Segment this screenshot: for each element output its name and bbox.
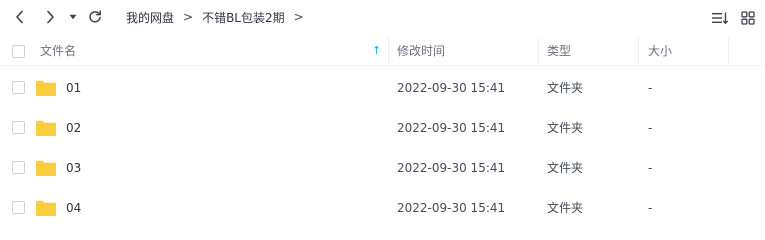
folder-icon [36,80,56,96]
file-type: 文件夹 [547,81,584,95]
file-size: - [648,201,653,215]
column-divider[interactable] [388,38,389,64]
file-type: 文件夹 [547,121,584,135]
column-header-size[interactable]: 大小 [648,36,672,66]
toolbar: 我的网盘 > 不错BL包装2期 > [0,0,765,36]
breadcrumb-item-root[interactable]: 我的网盘 [126,9,174,26]
breadcrumb-item-current[interactable]: 不错BL包装2期 [202,9,285,26]
column-header-name[interactable]: 文件名 [40,36,76,66]
modified-time: 2022-09-30 15:41 [397,81,506,95]
table-row[interactable]: 04 2022-09-30 15:41 文件夹 - [0,188,765,228]
breadcrumb: 我的网盘 > 不错BL包装2期 > [126,8,313,26]
column-divider[interactable] [538,38,539,64]
table-row[interactable]: 03 2022-09-30 15:41 文件夹 - [0,148,765,188]
select-all-checkbox[interactable] [12,45,25,58]
file-size: - [648,161,653,175]
modified-time: 2022-09-30 15:41 [397,201,506,215]
column-header-type[interactable]: 类型 [547,36,571,66]
column-divider[interactable] [728,38,729,64]
table-header: 文件名 ↑ 修改时间 类型 大小 [0,36,765,66]
refresh-button[interactable] [84,6,106,28]
file-name[interactable]: 04 [66,188,81,228]
sort-menu-button[interactable] [710,8,730,28]
refresh-icon [89,10,101,23]
folder-icon [36,160,56,176]
breadcrumb-separator[interactable]: > [294,10,304,24]
chevron-right-icon [47,10,54,24]
table-row[interactable]: 02 2022-09-30 15:41 文件夹 - [0,108,765,148]
forward-button[interactable] [39,6,61,28]
row-checkbox[interactable] [12,161,25,174]
file-name[interactable]: 01 [66,68,81,108]
row-checkbox[interactable] [12,81,25,94]
sort-ascending-icon[interactable]: ↑ [372,36,381,66]
view-toggle-button[interactable] [738,8,758,28]
history-dropdown-button[interactable] [64,6,82,28]
chevron-left-icon [16,10,23,24]
back-button[interactable] [9,6,31,28]
file-size: - [648,121,653,135]
modified-time: 2022-09-30 15:41 [397,161,506,175]
breadcrumb-separator: > [183,10,194,24]
table-row[interactable]: 01 2022-09-30 15:41 文件夹 - [0,68,765,108]
file-name[interactable]: 03 [66,148,81,188]
file-name[interactable]: 02 [66,108,81,148]
folder-icon [36,200,56,216]
grid-view-icon [741,11,755,25]
modified-time: 2022-09-30 15:41 [397,121,506,135]
file-type: 文件夹 [547,161,584,175]
folder-icon [36,120,56,136]
row-checkbox[interactable] [12,201,25,214]
file-size: - [648,81,653,95]
file-type: 文件夹 [547,201,584,215]
caret-down-icon [69,14,77,20]
column-header-modified[interactable]: 修改时间 [397,36,445,66]
sort-list-icon [712,12,729,24]
row-checkbox[interactable] [12,121,25,134]
column-divider[interactable] [638,38,639,64]
